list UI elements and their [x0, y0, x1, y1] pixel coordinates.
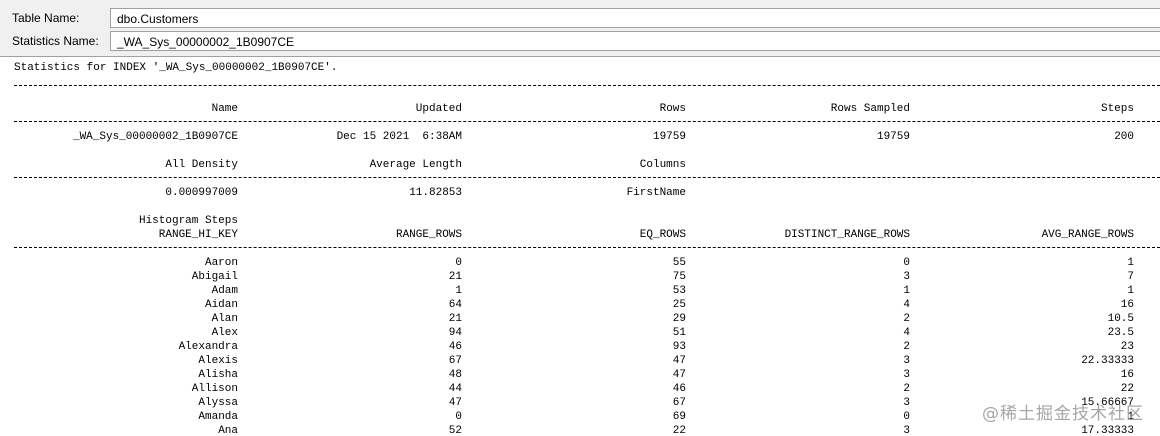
table-name-field[interactable]: dbo.Customers: [110, 8, 1160, 28]
header-rows: Rows: [659, 103, 686, 115]
distinct-range-rows-cell: 1: [903, 285, 910, 297]
histogram-caption: Histogram Steps: [138, 215, 238, 227]
eq-rows-cell: 51: [672, 327, 686, 339]
stat-rows-value: 19759: [652, 131, 686, 143]
average-length-value: 11.82853: [409, 187, 462, 199]
avg-range-rows-cell: 10.5: [1107, 313, 1134, 325]
avg-range-rows-cell: 1: [1127, 257, 1134, 269]
table-name-row: Table Name: dbo.Customers: [0, 8, 1160, 30]
eq-rows-cell: 46: [672, 383, 686, 395]
range-hi-key-cell: Alexandra: [178, 341, 238, 353]
statistics-name-field[interactable]: _WA_Sys_00000002_1B0907CE: [110, 31, 1160, 51]
separator: [14, 85, 1160, 86]
range-hi-key-cell: Allison: [191, 383, 238, 395]
eq-rows-cell: 29: [672, 313, 686, 325]
header-columns: Columns: [639, 159, 686, 171]
range-rows-cell: 94: [448, 327, 462, 339]
eq-rows-cell: 22: [672, 425, 686, 436]
range-rows-cell: 21: [448, 271, 462, 283]
range-hi-key-cell: Alexis: [198, 355, 238, 367]
header-distinct-range-rows: DISTINCT_RANGE_ROWS: [784, 229, 910, 241]
distinct-range-rows-cell: 3: [903, 369, 910, 381]
range-hi-key-cell: Aidan: [204, 299, 238, 311]
statistics-output-pane[interactable]: Statistics for INDEX '_WA_Sys_00000002_1…: [0, 56, 1160, 436]
distinct-range-rows-cell: 2: [903, 313, 910, 325]
header-eq-rows: EQ_ROWS: [639, 229, 686, 241]
columns-value: FirstName: [626, 187, 686, 199]
avg-range-rows-cell: 16: [1120, 299, 1134, 311]
range-hi-key-cell: Amanda: [198, 411, 238, 423]
output-title: Statistics for INDEX '_WA_Sys_00000002_1…: [14, 62, 338, 74]
range-rows-cell: 47: [448, 397, 462, 409]
range-rows-cell: 0: [455, 411, 462, 423]
separator: [14, 177, 1160, 178]
header-range-rows: RANGE_ROWS: [395, 229, 462, 241]
distinct-range-rows-cell: 2: [903, 341, 910, 353]
eq-rows-cell: 53: [672, 285, 686, 297]
avg-range-rows-cell: 22: [1120, 383, 1134, 395]
header-all-density: All Density: [165, 159, 238, 171]
eq-rows-cell: 93: [672, 341, 686, 353]
separator: [14, 121, 1160, 122]
range-hi-key-cell: Alex: [211, 327, 238, 339]
header-name: Name: [211, 103, 238, 115]
eq-rows-cell: 55: [672, 257, 686, 269]
separator: [14, 247, 1160, 248]
range-rows-cell: 1: [455, 285, 462, 297]
statistics-name-row: Statistics Name: _WA_Sys_00000002_1B0907…: [0, 31, 1160, 53]
avg-range-rows-cell: 22.33333: [1081, 355, 1134, 367]
range-hi-key-cell: Adam: [211, 285, 238, 297]
distinct-range-rows-cell: 4: [903, 327, 910, 339]
header-steps: Steps: [1100, 103, 1134, 115]
range-rows-cell: 52: [448, 425, 462, 436]
eq-rows-cell: 75: [672, 271, 686, 283]
range-rows-cell: 46: [448, 341, 462, 353]
header-rows-sampled: Rows Sampled: [830, 103, 910, 115]
distinct-range-rows-cell: 2: [903, 383, 910, 395]
eq-rows-cell: 69: [672, 411, 686, 423]
distinct-range-rows-cell: 4: [903, 299, 910, 311]
stat-name-value: _WA_Sys_00000002_1B0907CE: [72, 131, 238, 143]
avg-range-rows-cell: 23.5: [1107, 327, 1134, 339]
eq-rows-cell: 25: [672, 299, 686, 311]
avg-range-rows-cell: 17.33333: [1081, 425, 1134, 436]
range-rows-cell: 67: [448, 355, 462, 367]
range-rows-cell: 21: [448, 313, 462, 325]
eq-rows-cell: 47: [672, 355, 686, 367]
range-rows-cell: 0: [455, 257, 462, 269]
distinct-range-rows-cell: 3: [903, 355, 910, 367]
range-hi-key-cell: Alan: [211, 313, 238, 325]
distinct-range-rows-cell: 3: [903, 397, 910, 409]
header-average-length: Average Length: [369, 159, 462, 171]
header-avg-range-rows: AVG_RANGE_ROWS: [1041, 229, 1134, 241]
distinct-range-rows-cell: 3: [903, 271, 910, 283]
eq-rows-cell: 67: [672, 397, 686, 409]
watermark: @稀土掘金技术社区: [982, 404, 1144, 424]
stat-steps-value: 200: [1114, 131, 1134, 143]
range-rows-cell: 64: [448, 299, 462, 311]
avg-range-rows-cell: 1: [1127, 285, 1134, 297]
distinct-range-rows-cell: 0: [903, 411, 910, 423]
table-name-label: Table Name:: [12, 11, 80, 25]
stat-updated-value: Dec 15 2021 6:38AM: [336, 131, 462, 143]
range-hi-key-cell: Ana: [218, 425, 238, 436]
header-range-hi-key: RANGE_HI_KEY: [158, 229, 238, 241]
range-hi-key-cell: Aaron: [204, 257, 238, 269]
eq-rows-cell: 47: [672, 369, 686, 381]
stat-rows-sampled-value: 19759: [876, 131, 910, 143]
range-hi-key-cell: Abigail: [191, 271, 238, 283]
avg-range-rows-cell: 7: [1127, 271, 1134, 283]
distinct-range-rows-cell: 0: [903, 257, 910, 269]
all-density-value: 0.000997009: [165, 187, 238, 199]
range-hi-key-cell: Alisha: [198, 369, 238, 381]
avg-range-rows-cell: 23: [1120, 341, 1134, 353]
header-updated: Updated: [415, 103, 462, 115]
statistics-name-label: Statistics Name:: [12, 34, 99, 48]
distinct-range-rows-cell: 3: [903, 425, 910, 436]
avg-range-rows-cell: 16: [1120, 369, 1134, 381]
range-rows-cell: 48: [448, 369, 462, 381]
range-rows-cell: 44: [448, 383, 462, 395]
range-hi-key-cell: Alyssa: [198, 397, 238, 409]
